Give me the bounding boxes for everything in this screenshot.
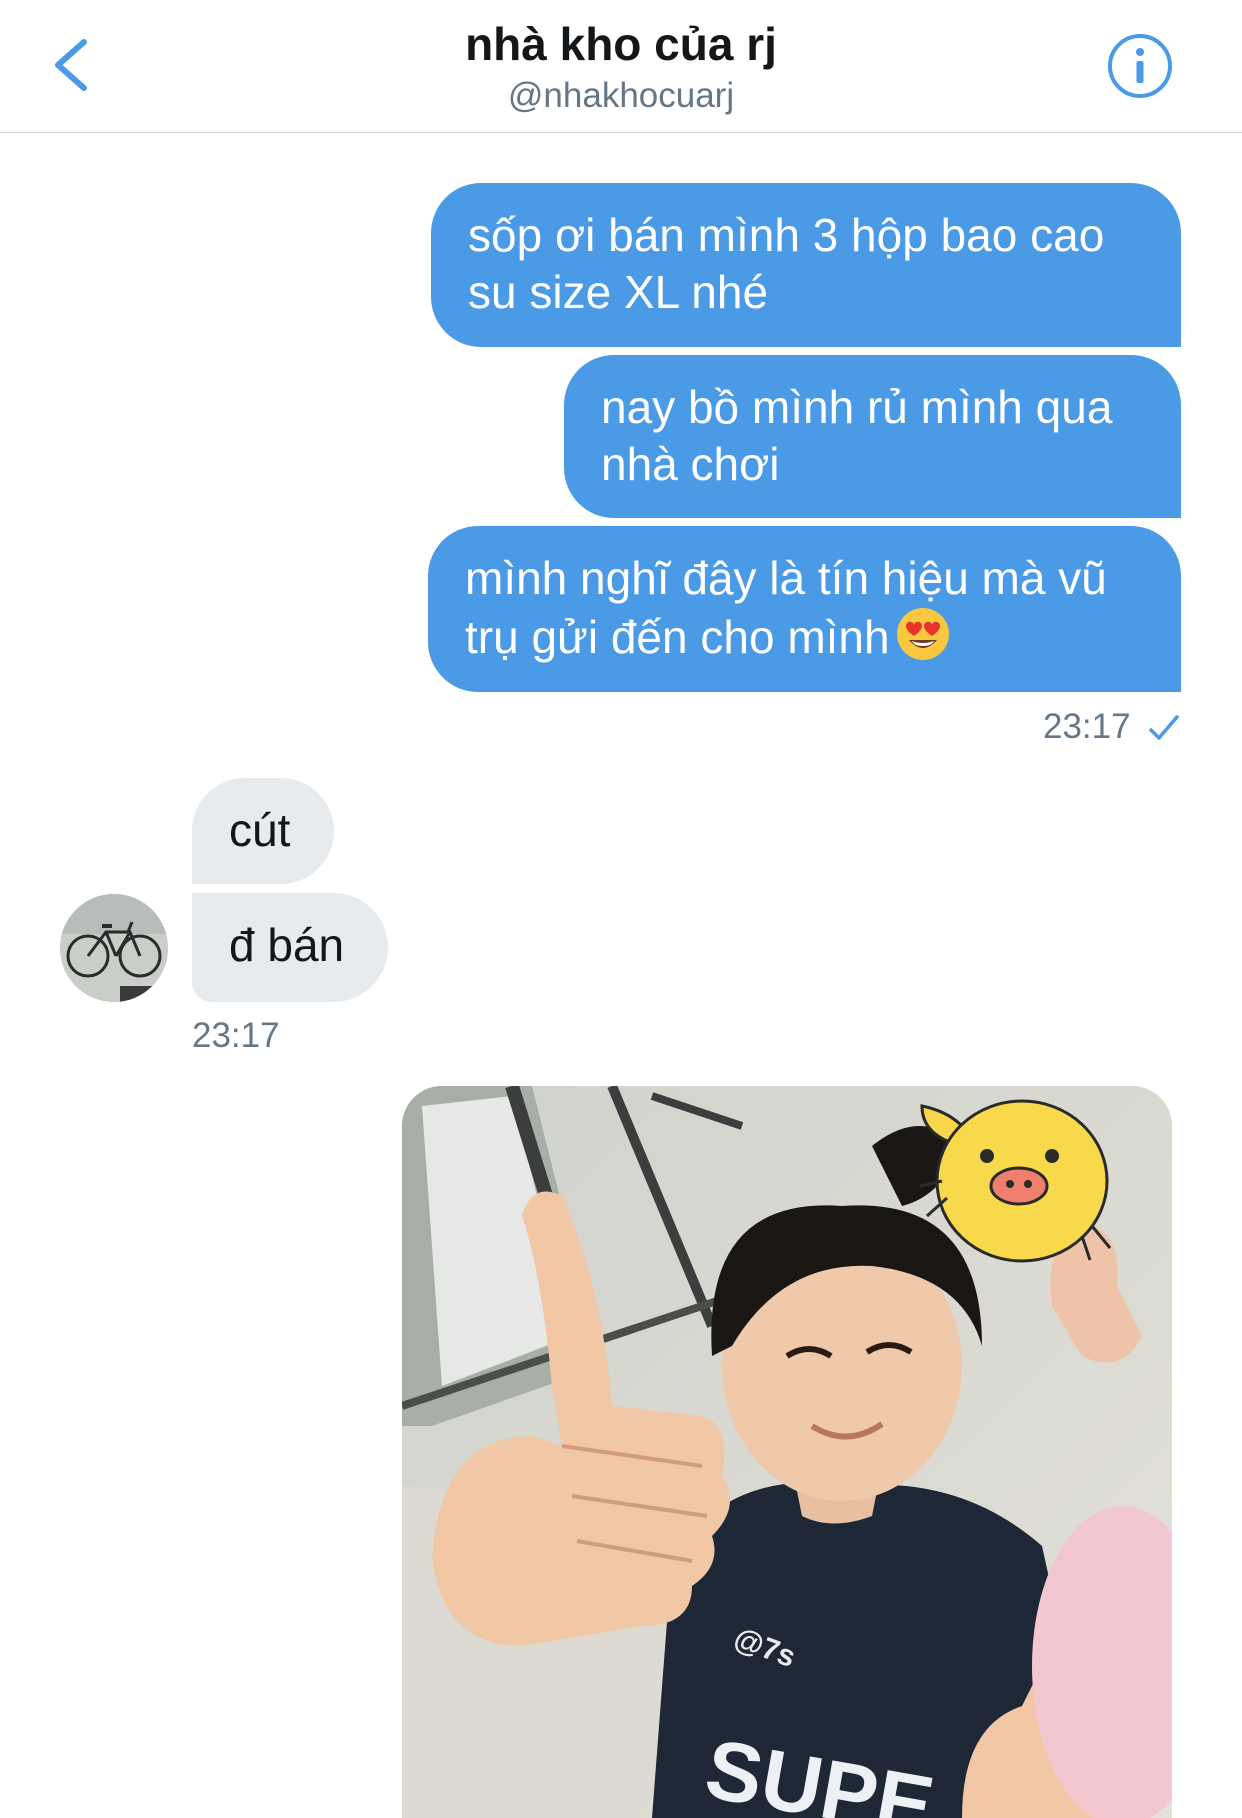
photo-illustration: @7s SUPE [402, 1086, 1172, 1818]
message-text: nay bồ mình rủ mình qua nhà chơi [601, 381, 1113, 490]
conversation-title[interactable]: nhà kho của rj [0, 16, 1242, 72]
received-message-bubble[interactable]: đ bán [192, 893, 388, 1002]
info-button[interactable] [1106, 32, 1174, 100]
heart-eyes-emoji-icon [896, 607, 950, 661]
sent-message-bubble[interactable]: mình nghĩ đây là tín hiệu mà vũ trụ gửi … [428, 526, 1181, 692]
message-text: mình nghĩ đây là tín hiệu mà vũ trụ gửi … [465, 552, 1107, 663]
conversation-handle[interactable]: @nhakhocuarj [0, 74, 1242, 118]
conversation-header: nhà kho của rj @nhakhocuarj [0, 0, 1242, 133]
received-timestamp: 23:17 [192, 1016, 280, 1055]
sent-message-bubble[interactable]: sốp ơi bán mình 3 hộp bao cao su size XL… [431, 183, 1181, 347]
info-icon [1108, 34, 1172, 98]
received-message-bubble[interactable]: cút [192, 778, 334, 884]
message-text: sốp ơi bán mình 3 hộp bao cao su size XL… [468, 209, 1105, 318]
sent-photo[interactable]: @7s SUPE [402, 1086, 1172, 1818]
read-check-icon [1149, 715, 1179, 740]
contact-avatar[interactable] [60, 894, 168, 1002]
sent-timestamp: 23:17 [1043, 707, 1131, 746]
message-text: cút [229, 804, 291, 856]
bicycle-icon [60, 894, 168, 1002]
sent-message-bubble[interactable]: nay bồ mình rủ mình qua nhà chơi [564, 355, 1181, 518]
message-text: đ bán [229, 919, 345, 971]
